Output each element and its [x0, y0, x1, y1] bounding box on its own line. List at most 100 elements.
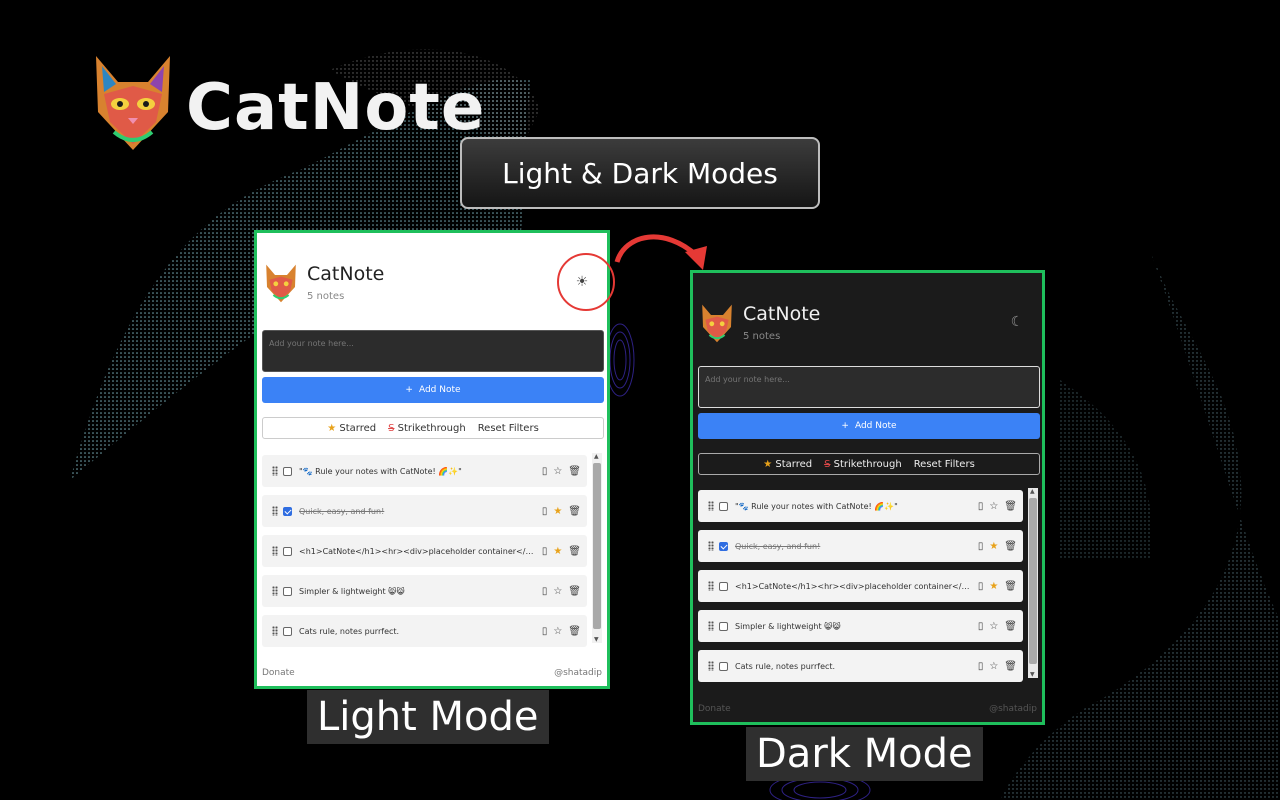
drag-handle-icon[interactable]	[272, 586, 278, 596]
filter-strikethrough[interactable]: S Strikethrough	[388, 423, 466, 434]
note-checkbox[interactable]	[719, 621, 728, 631]
clipboard-icon[interactable]: ▯	[542, 506, 548, 517]
note-item: Simpler & lightweight 😸😸 ▯ ☆ 🗑	[698, 610, 1023, 642]
trash-icon[interactable]: 🗑	[1004, 541, 1017, 552]
note-text[interactable]: "🐾 Rule your notes with CatNote! 🌈✨"	[299, 467, 536, 476]
note-checkbox[interactable]	[719, 541, 728, 551]
clipboard-icon[interactable]: ▯	[542, 626, 548, 637]
note-text[interactable]: Simpler & lightweight 😸😸	[299, 587, 536, 596]
note-item: "🐾 Rule your notes with CatNote! 🌈✨" ▯ ☆ 🗑	[262, 455, 587, 487]
drag-handle-icon[interactable]	[272, 506, 278, 516]
trash-icon[interactable]: 🗑	[568, 626, 581, 637]
filter-starred[interactable]: ★ Starred	[763, 459, 812, 470]
note-checkbox[interactable]	[283, 466, 292, 476]
note-text[interactable]: <h1>CatNote</h1><hr><div>placeholder con…	[735, 582, 972, 591]
scrollbar-thumb[interactable]	[1029, 498, 1037, 664]
note-checkbox[interactable]	[283, 626, 292, 636]
star-icon[interactable]: ☆	[989, 661, 998, 672]
star-icon[interactable]: ★	[989, 541, 998, 552]
clipboard-icon[interactable]: ▯	[978, 621, 984, 632]
note-text[interactable]: Quick, easy, and fun!	[299, 507, 536, 516]
note-text[interactable]: "🐾 Rule your notes with CatNote! 🌈✨"	[735, 502, 972, 511]
filter-strikethrough[interactable]: S Strikethrough	[824, 459, 902, 470]
trash-icon[interactable]: 🗑	[568, 546, 581, 557]
add-note-button[interactable]: + Add Note	[698, 413, 1040, 439]
note-text[interactable]: <h1>CatNote</h1><hr><div>placeholder con…	[299, 547, 536, 556]
cat-logo	[96, 56, 170, 150]
clipboard-icon[interactable]: ▯	[978, 541, 984, 552]
filter-bar: ★ Starred S Strikethrough Reset Filters	[262, 417, 604, 439]
drag-handle-icon[interactable]	[708, 581, 714, 591]
trash-icon[interactable]: 🗑	[1004, 621, 1017, 632]
drag-handle-icon[interactable]	[272, 626, 278, 636]
drag-handle-icon[interactable]	[708, 541, 714, 551]
note-input[interactable]	[262, 330, 604, 372]
star-icon[interactable]: ★	[553, 546, 562, 557]
note-checkbox[interactable]	[283, 586, 292, 596]
note-checkbox[interactable]	[283, 506, 292, 516]
scroll-down-icon[interactable]: ▼	[594, 636, 599, 643]
scroll-down-icon[interactable]: ▼	[1030, 671, 1035, 678]
filter-reset[interactable]: Reset Filters	[914, 459, 975, 470]
note-input[interactable]	[698, 366, 1040, 408]
clipboard-icon[interactable]: ▯	[978, 581, 984, 592]
author-link[interactable]: @shatadip	[989, 704, 1037, 714]
drag-handle-icon[interactable]	[708, 661, 714, 671]
star-icon[interactable]: ☆	[989, 501, 998, 512]
scrollbar[interactable]: ▲ ▼	[592, 453, 602, 643]
star-icon[interactable]: ☆	[553, 626, 562, 637]
donate-link[interactable]: Donate	[262, 668, 295, 678]
add-note-button[interactable]: + Add Note	[262, 377, 604, 403]
note-item: Cats rule, notes purrfect. ▯ ☆ 🗑	[698, 650, 1023, 682]
note-item: <h1>CatNote</h1><hr><div>placeholder con…	[262, 535, 587, 567]
dark-mode-caption: Dark Mode	[746, 727, 983, 781]
clipboard-icon[interactable]: ▯	[542, 546, 548, 557]
trash-icon[interactable]: 🗑	[568, 466, 581, 477]
plus-icon: +	[405, 385, 413, 395]
drag-handle-icon[interactable]	[272, 466, 278, 476]
scrollbar[interactable]: ▲ ▼	[1028, 488, 1038, 678]
trash-icon[interactable]: 🗑	[568, 586, 581, 597]
note-text[interactable]: Cats rule, notes purrfect.	[735, 662, 972, 671]
moon-icon[interactable]: ☾	[1006, 311, 1028, 333]
trash-icon[interactable]: 🗑	[1004, 661, 1017, 672]
note-checkbox[interactable]	[719, 581, 728, 591]
note-item: Simpler & lightweight 😸😸 ▯ ☆ 🗑	[262, 575, 587, 607]
clipboard-icon[interactable]: ▯	[978, 501, 984, 512]
note-item: Cats rule, notes purrfect. ▯ ☆ 🗑	[262, 615, 587, 647]
trash-icon[interactable]: 🗑	[1004, 581, 1017, 592]
scroll-up-icon[interactable]: ▲	[1030, 488, 1035, 495]
star-icon[interactable]: ☆	[553, 586, 562, 597]
scroll-up-icon[interactable]: ▲	[594, 453, 599, 460]
filter-starred[interactable]: ★ Starred	[327, 423, 376, 434]
plus-icon: +	[841, 421, 849, 431]
note-checkbox[interactable]	[719, 661, 728, 671]
cat-logo	[702, 304, 732, 343]
drag-handle-icon[interactable]	[708, 501, 714, 511]
app-title: CatNote	[743, 303, 821, 325]
filter-bar: ★ Starred S Strikethrough Reset Filters	[698, 453, 1040, 475]
author-link[interactable]: @shatadip	[554, 668, 602, 678]
note-text[interactable]: Cats rule, notes purrfect.	[299, 627, 536, 636]
star-icon[interactable]: ☆	[989, 621, 998, 632]
filter-reset[interactable]: Reset Filters	[478, 423, 539, 434]
note-text[interactable]: Quick, easy, and fun!	[735, 542, 972, 551]
note-text[interactable]: Simpler & lightweight 😸😸	[735, 622, 972, 631]
star-icon[interactable]: ★	[553, 506, 562, 517]
note-checkbox[interactable]	[719, 501, 728, 511]
star-icon[interactable]: ★	[989, 581, 998, 592]
trash-icon[interactable]: 🗑	[1004, 501, 1017, 512]
cat-logo	[266, 264, 296, 303]
scrollbar-thumb[interactable]	[593, 463, 601, 629]
drag-handle-icon[interactable]	[708, 621, 714, 631]
trash-icon[interactable]: 🗑	[568, 506, 581, 517]
note-item: Quick, easy, and fun! ▯ ★ 🗑	[262, 495, 587, 527]
star-icon[interactable]: ☆	[553, 466, 562, 477]
clipboard-icon[interactable]: ▯	[542, 586, 548, 597]
drag-handle-icon[interactable]	[272, 546, 278, 556]
clipboard-icon[interactable]: ▯	[542, 466, 548, 477]
clipboard-icon[interactable]: ▯	[978, 661, 984, 672]
strikethrough-icon: S	[388, 422, 395, 434]
note-checkbox[interactable]	[283, 546, 292, 556]
donate-link[interactable]: Donate	[698, 704, 731, 714]
